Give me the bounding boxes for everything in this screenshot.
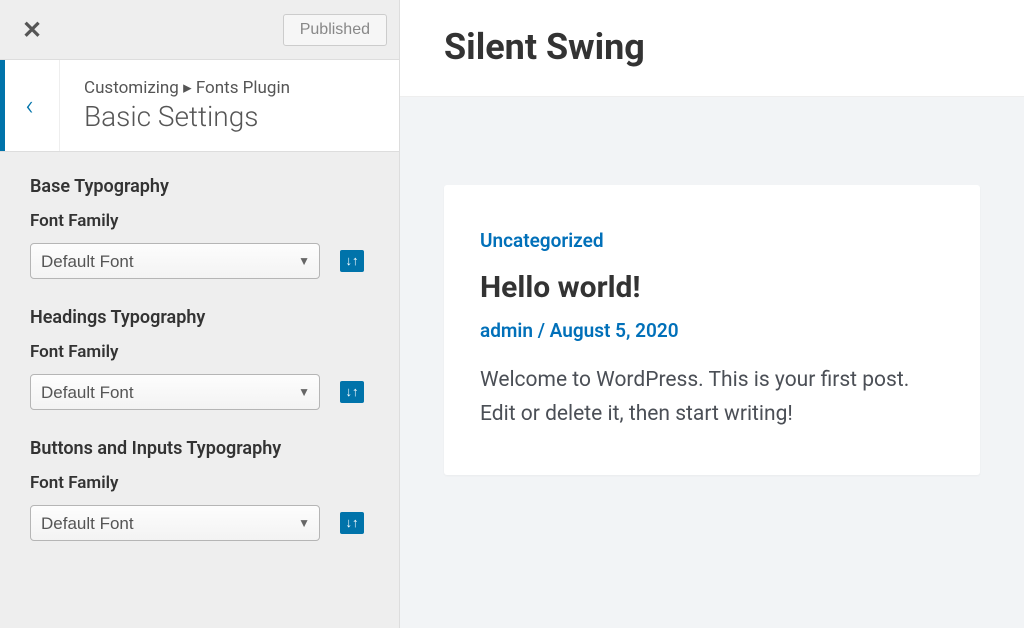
headings-font-select[interactable]: Default Font [30,374,320,410]
post-author-link[interactable]: admin [480,319,533,342]
customizer-topbar: ✕ Published [0,0,399,60]
settings-toggle-icon[interactable]: ↓↑ [340,250,364,272]
controls-list: Base Typography Font Family Default Font… [0,152,399,593]
section-heading-headings: Headings Typography [30,307,369,328]
customizer-sidebar: ✕ Published ‹ Customizing ▸ Fonts Plugin… [0,0,400,628]
post-title-link[interactable]: Hello world! [480,270,944,305]
post-meta: admin / August 5, 2020 [480,319,944,342]
close-icon[interactable]: ✕ [22,16,42,44]
post-date: August 5, 2020 [550,319,679,342]
preview-pane: Silent Swing Uncategorized Hello world! … [400,0,1024,628]
breadcrumb-panel: ‹ Customizing ▸ Fonts Plugin Basic Setti… [0,60,399,152]
chevron-left-icon: ‹ [25,89,33,122]
preview-body: Uncategorized Hello world! admin / Augus… [400,97,1024,628]
published-button[interactable]: Published [283,14,387,46]
section-heading-buttons: Buttons and Inputs Typography [30,438,369,459]
buttons-font-select[interactable]: Default Font [30,505,320,541]
page-title: Basic Settings [84,100,379,133]
base-font-select[interactable]: Default Font [30,243,320,279]
field-label: Font Family [30,473,369,493]
site-title[interactable]: Silent Swing [444,26,980,68]
post-category-link[interactable]: Uncategorized [480,229,944,252]
field-label: Font Family [30,342,369,362]
breadcrumb-path: Customizing ▸ Fonts Plugin [84,78,379,98]
field-label: Font Family [30,211,369,231]
settings-toggle-icon[interactable]: ↓↑ [340,381,364,403]
back-button[interactable]: ‹ [0,60,60,151]
settings-toggle-icon[interactable]: ↓↑ [340,512,364,534]
section-heading-base: Base Typography [30,176,369,197]
post-excerpt: Welcome to WordPress. This is your first… [480,364,944,431]
site-header: Silent Swing [400,0,1024,97]
post-card: Uncategorized Hello world! admin / Augus… [444,185,980,475]
